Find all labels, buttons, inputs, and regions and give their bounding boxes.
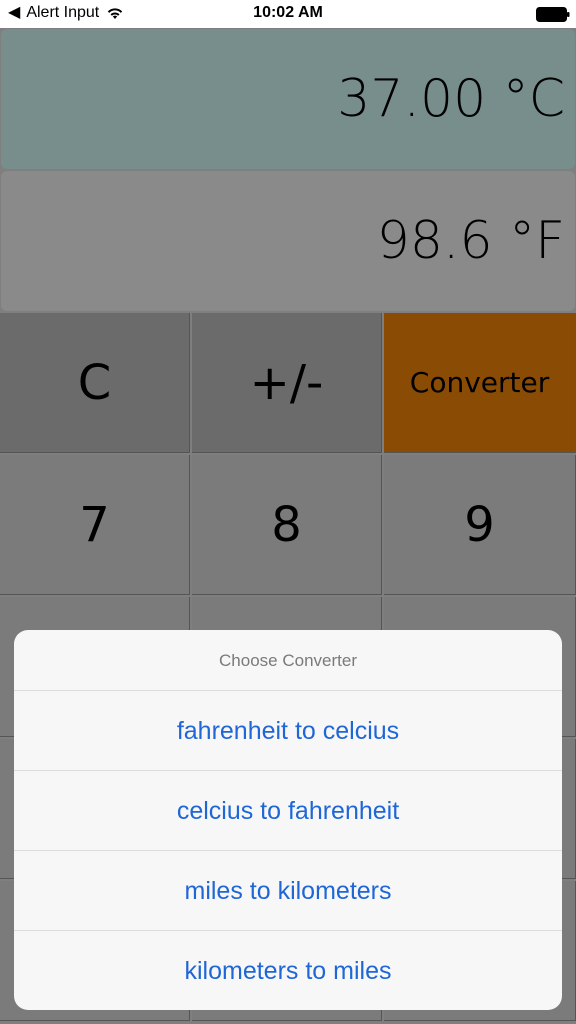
digit-7-button[interactable]: 7 bbox=[0, 455, 190, 595]
option-kilometers-to-miles[interactable]: kilometers to miles bbox=[14, 931, 562, 1010]
converter-button[interactable]: Converter bbox=[384, 313, 576, 453]
sign-toggle-button[interactable]: +/- bbox=[192, 313, 382, 453]
status-time: 10:02 AM bbox=[253, 4, 323, 21]
converter-action-sheet: Choose Converter fahrenheit to celcius c… bbox=[14, 630, 562, 1010]
battery-icon bbox=[536, 7, 570, 22]
option-fahrenheit-to-celcius[interactable]: fahrenheit to celcius bbox=[14, 691, 562, 771]
option-celcius-to-fahrenheit[interactable]: celcius to fahrenheit bbox=[14, 771, 562, 851]
status-bar: ◀ Alert Input 10:02 AM bbox=[0, 0, 576, 28]
option-miles-to-kilometers[interactable]: miles to kilometers bbox=[14, 851, 562, 931]
clear-button[interactable]: C bbox=[0, 313, 190, 453]
digit-9-button[interactable]: 9 bbox=[384, 455, 576, 595]
secondary-display: 98.6 °F bbox=[1, 171, 575, 311]
primary-display: 37.00 °C bbox=[1, 29, 575, 169]
digit-8-button[interactable]: 8 bbox=[192, 455, 382, 595]
sheet-title: Choose Converter bbox=[14, 630, 562, 691]
